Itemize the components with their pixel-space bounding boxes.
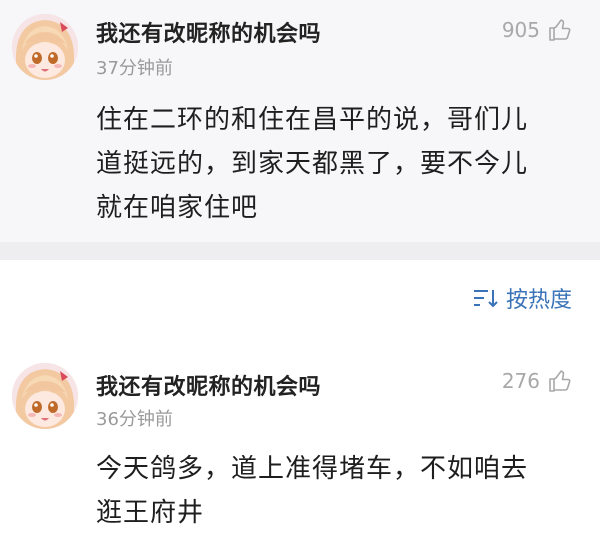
avatar[interactable]: [12, 363, 78, 429]
comment-line: 就在咱家住吧: [96, 193, 259, 223]
username[interactable]: 我还有改昵称的机会吗: [96, 16, 321, 48]
comment-feed: 我还有改昵称的机会吗 37分钟前 905 住在二环的和住在昌平的说，哥们儿 道挺…: [0, 0, 600, 545]
section-divider: [0, 242, 600, 260]
comment-content: 今天鸽多，道上准得堵车，不如咱去 逛王府井: [96, 447, 566, 535]
thumbs-up-icon: [549, 370, 571, 392]
comment-item: 我还有改昵称的机会吗 36分钟前 276 今天鸽多，道上准得堵车，不如咱去 逛王…: [0, 345, 600, 545]
avatar[interactable]: [12, 14, 78, 80]
comment-time: 37分钟前: [96, 58, 173, 79]
anime-avatar-icon: [12, 14, 78, 80]
anime-avatar-icon: [12, 363, 78, 429]
comment-line: 逛王府井: [96, 498, 205, 528]
comment-time: 36分钟前: [96, 409, 173, 430]
like-button[interactable]: 905: [502, 18, 572, 42]
comment-line: 道挺远的，到家天都黑了，要不今儿: [96, 149, 529, 179]
thumbs-up-icon: [549, 19, 571, 41]
comment-line: 住在二环的和住在昌平的说，哥们儿: [96, 105, 529, 135]
comment-line: 今天鸽多，道上准得堵车，不如咱去: [96, 454, 529, 484]
username[interactable]: 我还有改昵称的机会吗: [96, 369, 321, 401]
like-count: 276: [501, 369, 540, 393]
comment-item: 我还有改昵称的机会吗 37分钟前 905 住在二环的和住在昌平的说，哥们儿 道挺…: [0, 0, 600, 242]
sort-label: 按热度: [505, 288, 572, 313]
sort-icon: [473, 290, 498, 308]
comment-content: 住在二环的和住在昌平的说，哥们儿 道挺远的，到家天都黑了，要不今儿 就在咱家住吧: [96, 98, 566, 230]
like-button[interactable]: 276: [502, 369, 572, 393]
sort-by-hot-button[interactable]: 按热度: [472, 282, 572, 314]
like-count: 905: [501, 18, 540, 42]
